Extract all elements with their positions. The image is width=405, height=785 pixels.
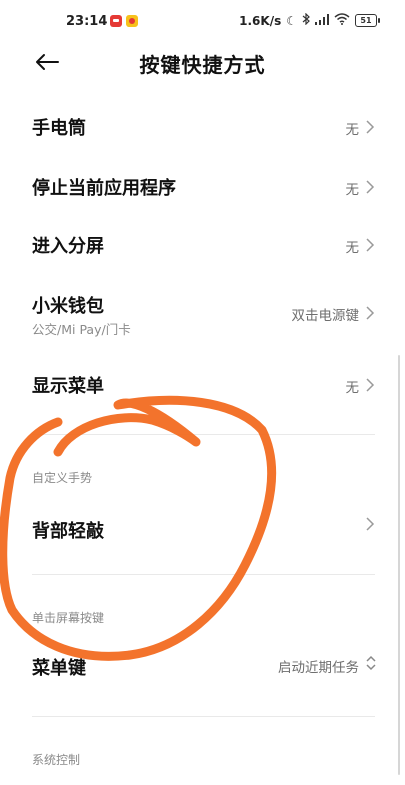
chevron-right-icon bbox=[366, 517, 375, 531]
item-value: 双击电源键 bbox=[291, 308, 360, 324]
item-title: 菜单键 bbox=[32, 658, 86, 679]
chevron-up-down-icon bbox=[366, 655, 376, 671]
network-speed: 1.6K/s bbox=[239, 13, 282, 28]
divider bbox=[32, 434, 375, 435]
chevron-right-icon bbox=[366, 238, 375, 252]
weibo-notification-icon bbox=[126, 15, 138, 27]
chevron-right-icon bbox=[366, 378, 375, 392]
wifi-icon bbox=[334, 13, 350, 28]
moon-icon: ☾ bbox=[286, 13, 297, 28]
scrollbar[interactable] bbox=[398, 355, 400, 775]
section-header-custom-gesture: 自定义手势 bbox=[32, 471, 93, 485]
item-value: 启动近期任务 bbox=[278, 660, 359, 676]
section-header-system-control: 系统控制 bbox=[32, 753, 81, 767]
item-title: 手电筒 bbox=[32, 118, 86, 139]
section-header-screen-button: 单击屏幕按键 bbox=[32, 611, 105, 625]
item-title: 显示菜单 bbox=[32, 376, 104, 397]
status-icons: 1.6K/s ☾ 51 bbox=[239, 12, 380, 28]
item-title: 停止当前应用程序 bbox=[32, 178, 176, 199]
list-item-show-menu[interactable]: 显示菜单 无 bbox=[0, 356, 405, 410]
chevron-right-icon bbox=[366, 120, 375, 134]
bluetooth-icon bbox=[302, 12, 310, 28]
item-value: 无 bbox=[345, 240, 360, 256]
chevron-right-icon bbox=[366, 306, 375, 320]
item-subtitle: 公交/Mi Pay/门卡 bbox=[32, 322, 131, 337]
status-time: 23:14 bbox=[66, 14, 108, 29]
list-item-split-screen[interactable]: 进入分屏 无 bbox=[0, 216, 405, 270]
header: 按键快捷方式 bbox=[0, 44, 405, 84]
item-value: 无 bbox=[345, 182, 360, 198]
list-item-flashlight[interactable]: 手电筒 无 bbox=[0, 100, 405, 154]
item-title: 小米钱包 bbox=[32, 296, 104, 317]
item-title: 进入分屏 bbox=[32, 236, 104, 257]
chevron-right-icon bbox=[366, 180, 375, 194]
item-title: 背部轻敲 bbox=[32, 521, 104, 542]
divider bbox=[32, 716, 375, 717]
list-item-mi-wallet[interactable]: 小米钱包 公交/Mi Pay/门卡 双击电源键 bbox=[0, 282, 405, 346]
item-value: 无 bbox=[345, 380, 360, 396]
list-item-back-tap[interactable]: 背部轻敲 bbox=[0, 500, 405, 556]
page-title: 按键快捷方式 bbox=[139, 53, 266, 77]
list-item-stop-app[interactable]: 停止当前应用程序 无 bbox=[0, 158, 405, 212]
status-bar: 23:14 1.6K/s ☾ 51 bbox=[0, 0, 405, 44]
divider bbox=[32, 574, 375, 575]
battery-icon: 51 bbox=[355, 14, 380, 27]
list-item-menu-key[interactable]: 菜单键 启动近期任务 bbox=[0, 640, 405, 692]
item-value: 无 bbox=[345, 122, 360, 138]
signal-icon bbox=[315, 13, 329, 28]
notification-app-icon bbox=[110, 15, 122, 27]
